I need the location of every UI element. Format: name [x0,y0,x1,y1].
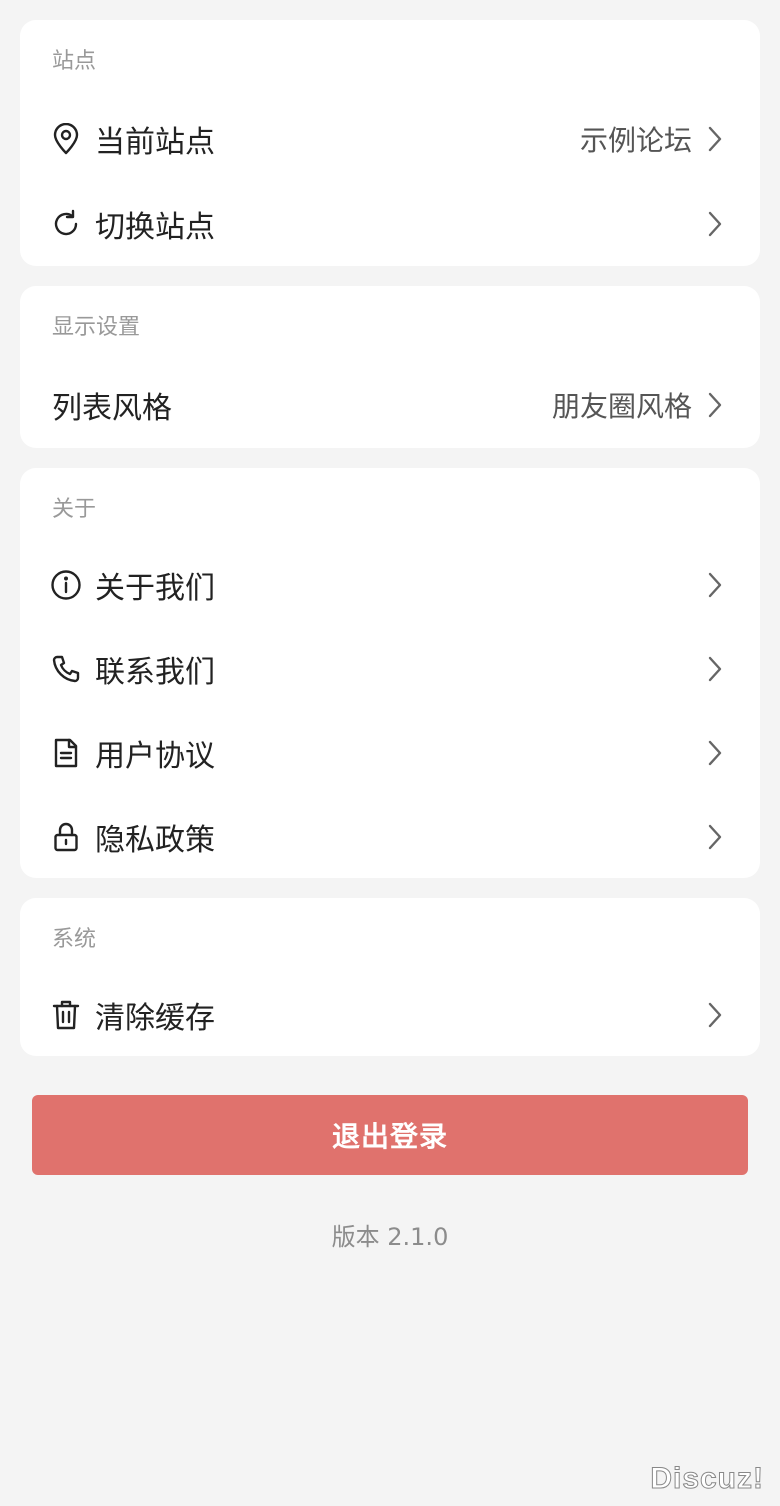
contact-us-row[interactable]: 联系我们 [20,627,760,711]
site-section-title: 站点 [52,49,97,74]
settings-page: 站点 当前站点 示例论坛 切换站点 显示设置 列表风格 朋友圈风格 关于 关于我… [0,0,780,1506]
user-agreement-row[interactable]: 用户协议 [20,711,760,795]
display-section-title: 显示设置 [52,315,141,340]
chevron-right-icon [708,656,722,682]
lock-icon [50,821,82,853]
document-icon [50,737,82,769]
list-style-value: 朋友圈风格 [551,390,692,423]
logout-button[interactable]: 退出登录 [32,1095,748,1175]
about-section-card: 关于 关于我们 联系我们 用户协议 隐私政策 [20,468,760,878]
chevron-right-icon [708,1002,722,1028]
watermark-text: Discuz! [650,1462,764,1496]
site-section-card: 站点 当前站点 示例论坛 切换站点 [20,20,760,266]
switch-site-label: 切换站点 [95,210,215,245]
clear-cache-row[interactable]: 清除缓存 [20,973,760,1057]
chevron-right-icon [708,740,722,766]
chevron-right-icon [708,126,722,152]
list-style-row[interactable]: 列表风格 朋友圈风格 [20,363,760,447]
list-style-label: 列表风格 [52,391,172,426]
version-text: 版本 2.1.0 [331,1223,449,1251]
current-site-row[interactable]: 当前站点 示例论坛 [20,97,760,181]
about-us-row[interactable]: 关于我们 [20,543,760,627]
refresh-icon [50,208,82,240]
system-section-card: 系统 清除缓存 [20,898,760,1056]
chevron-right-icon [708,392,722,418]
switch-site-row[interactable]: 切换站点 [20,182,760,266]
contact-us-label: 联系我们 [95,655,215,690]
about-section-title: 关于 [52,497,97,522]
privacy-policy-row[interactable]: 隐私政策 [20,795,760,879]
chevron-right-icon [708,211,722,237]
about-us-label: 关于我们 [95,571,215,606]
clear-cache-label: 清除缓存 [95,1001,215,1036]
chevron-right-icon [708,572,722,598]
user-agreement-label: 用户协议 [95,739,215,774]
current-site-value: 示例论坛 [579,124,692,157]
chevron-right-icon [708,824,722,850]
info-circle-icon [50,569,82,601]
system-section-title: 系统 [52,927,97,952]
current-site-label: 当前站点 [95,125,215,160]
phone-icon [50,653,82,685]
trash-icon [50,999,82,1031]
display-section-card: 显示设置 列表风格 朋友圈风格 [20,286,760,448]
location-pin-icon [50,123,82,155]
privacy-policy-label: 隐私政策 [95,823,215,858]
